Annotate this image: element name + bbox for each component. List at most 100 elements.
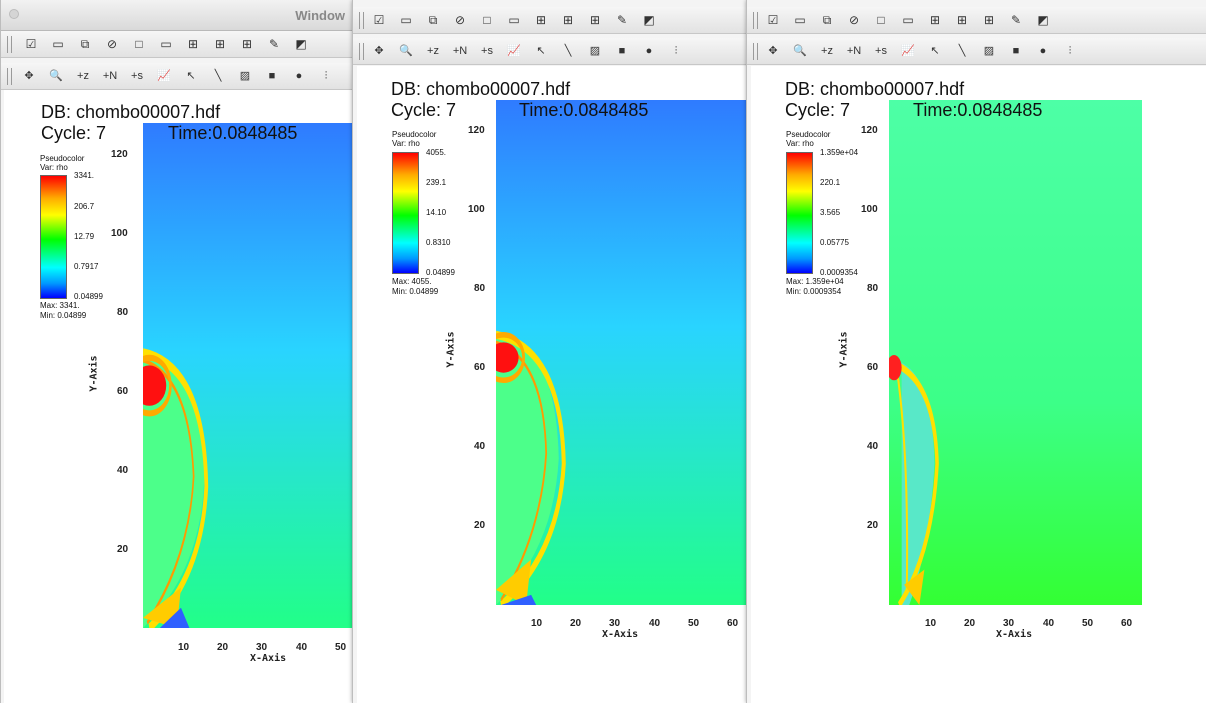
layout-2x2-icon[interactable]: ⊞ [531, 10, 551, 30]
navigate-icon[interactable]: ✥ [19, 66, 39, 86]
box-icon[interactable]: ■ [262, 66, 282, 86]
cycle-label: Cycle: 7 [391, 100, 457, 120]
zone-pick-icon[interactable]: +z [423, 41, 443, 61]
invert-colors-icon[interactable]: ◩ [291, 34, 311, 54]
pick-icon[interactable]: ↖ [531, 41, 551, 61]
sphere-icon[interactable]: ● [289, 66, 309, 86]
spreadsheet-pick-icon[interactable]: +s [127, 66, 147, 86]
toolbar-handle[interactable] [753, 43, 758, 60]
clear-window-icon[interactable]: ⊘ [844, 10, 864, 30]
toolbar-handle[interactable] [753, 12, 758, 29]
layout-1x2-icon[interactable]: ▭ [898, 10, 918, 30]
point-tool-icon[interactable]: ⫶ [316, 66, 336, 86]
layout-3x3-icon[interactable]: ⊞ [237, 34, 257, 54]
plot-area[interactable] [143, 123, 353, 628]
clone-window-icon[interactable]: ⧉ [75, 34, 95, 54]
layout-1x1-icon[interactable]: □ [477, 10, 497, 30]
cycle-label: Cycle: 7 [41, 123, 107, 143]
x-tick-label: 10 [531, 618, 543, 629]
clone-window-icon[interactable]: ⧉ [817, 10, 837, 30]
box-icon[interactable]: ■ [612, 41, 632, 61]
line-icon[interactable]: ╲ [208, 66, 228, 86]
legend-level-2: 220.1 [820, 178, 841, 187]
y-tick-label: 100 [861, 204, 878, 215]
invert-colors-icon[interactable]: ◩ [639, 10, 659, 30]
main-toolbar: ☑ ▭ ⧉ ⊘ □ ▭ ⊞ ⊞ ⊞ ✎ ◩ [1, 31, 353, 58]
lineout-icon[interactable]: 📈 [898, 41, 918, 61]
line-icon[interactable]: ╲ [952, 41, 972, 61]
pseudocolor-field [143, 123, 353, 628]
visualization-area[interactable]: DB: chombo00007.hdf Cycle: 7 Time:0.0848… [751, 66, 1206, 703]
layout-2x3-icon[interactable]: ⊞ [558, 10, 578, 30]
visualization-area[interactable]: DB: chombo00007.hdf Cycle: 7 Time:0.0848… [4, 90, 353, 703]
plane-icon[interactable]: ▨ [585, 41, 605, 61]
delete-window-icon[interactable]: ▭ [48, 34, 68, 54]
delete-window-icon[interactable]: ▭ [790, 10, 810, 30]
db-label: DB: chombo00007.hdf [41, 102, 221, 122]
lock-view-icon[interactable]: ✎ [612, 10, 632, 30]
sphere-icon[interactable]: ● [639, 41, 659, 61]
toolbar-handle[interactable] [359, 43, 364, 60]
zone-pick-icon[interactable]: +z [73, 66, 93, 86]
layout-1x1-icon[interactable]: □ [871, 10, 891, 30]
zone-pick-icon[interactable]: +z [817, 41, 837, 61]
layout-2x2-icon[interactable]: ⊞ [925, 10, 945, 30]
clear-window-icon[interactable]: ⊘ [450, 10, 470, 30]
layout-2x3-icon[interactable]: ⊞ [952, 10, 972, 30]
legend-var: Var: rho [786, 139, 814, 148]
navigate-icon[interactable]: ✥ [369, 41, 389, 61]
layout-3x3-icon[interactable]: ⊞ [585, 10, 605, 30]
toolbar-handle[interactable] [7, 68, 12, 85]
lock-view-icon[interactable]: ✎ [264, 34, 284, 54]
window-title-bar[interactable]: Window [1, 0, 353, 31]
node-pick-icon[interactable]: +N [100, 66, 120, 86]
point-tool-icon[interactable]: ⫶ [666, 41, 686, 61]
layout-1x2-icon[interactable]: ▭ [156, 34, 176, 54]
invert-colors-icon[interactable]: ◩ [1033, 10, 1053, 30]
lineout-icon[interactable]: 📈 [154, 66, 174, 86]
box-icon[interactable]: ■ [1006, 41, 1026, 61]
spreadsheet-pick-icon[interactable]: +s [871, 41, 891, 61]
legend-level-1: 3341. [74, 171, 95, 180]
layout-2x2-icon[interactable]: ⊞ [183, 34, 203, 54]
line-icon[interactable]: ╲ [558, 41, 578, 61]
delete-window-icon[interactable]: ▭ [396, 10, 416, 30]
legend-level-4: 0.8310 [426, 238, 451, 247]
plot-area[interactable] [496, 100, 747, 605]
new-window-icon[interactable]: ☑ [21, 34, 41, 54]
pick-icon[interactable]: ↖ [925, 41, 945, 61]
clone-window-icon[interactable]: ⧉ [423, 10, 443, 30]
zoom-icon[interactable]: 🔍 [46, 66, 66, 86]
node-pick-icon[interactable]: +N [450, 41, 470, 61]
lock-view-icon[interactable]: ✎ [1006, 10, 1026, 30]
y-tick-label: 40 [117, 465, 129, 476]
toolbar-handle[interactable] [7, 36, 12, 53]
x-tick-label: 50 [688, 618, 700, 629]
pick-icon[interactable]: ↖ [181, 66, 201, 86]
navigate-icon[interactable]: ✥ [763, 41, 783, 61]
zoom-icon[interactable]: 🔍 [396, 41, 416, 61]
clear-window-icon[interactable]: ⊘ [102, 34, 122, 54]
lineout-icon[interactable]: 📈 [504, 41, 524, 61]
new-window-icon[interactable]: ☑ [763, 10, 783, 30]
new-window-icon[interactable]: ☑ [369, 10, 389, 30]
plot-area[interactable] [889, 100, 1142, 605]
spreadsheet-pick-icon[interactable]: +s [477, 41, 497, 61]
legend-level-5: 0.04899 [74, 292, 103, 301]
y-tick-label: 60 [867, 362, 879, 373]
visualization-area[interactable]: DB: chombo00007.hdf Cycle: 7 Time:0.0848… [357, 66, 747, 703]
sphere-icon[interactable]: ● [1033, 41, 1053, 61]
layout-2x3-icon[interactable]: ⊞ [210, 34, 230, 54]
layout-1x1-icon[interactable]: □ [129, 34, 149, 54]
point-tool-icon[interactable]: ⫶ [1060, 41, 1080, 61]
node-pick-icon[interactable]: +N [844, 41, 864, 61]
layout-3x3-icon[interactable]: ⊞ [979, 10, 999, 30]
zoom-icon[interactable]: 🔍 [790, 41, 810, 61]
plane-icon[interactable]: ▨ [979, 41, 999, 61]
window-title: Window [295, 8, 345, 23]
legend-level-5: 0.04899 [426, 268, 455, 277]
toolbar-handle[interactable] [359, 12, 364, 29]
layout-1x2-icon[interactable]: ▭ [504, 10, 524, 30]
window-close-icon[interactable] [9, 9, 19, 19]
plane-icon[interactable]: ▨ [235, 66, 255, 86]
